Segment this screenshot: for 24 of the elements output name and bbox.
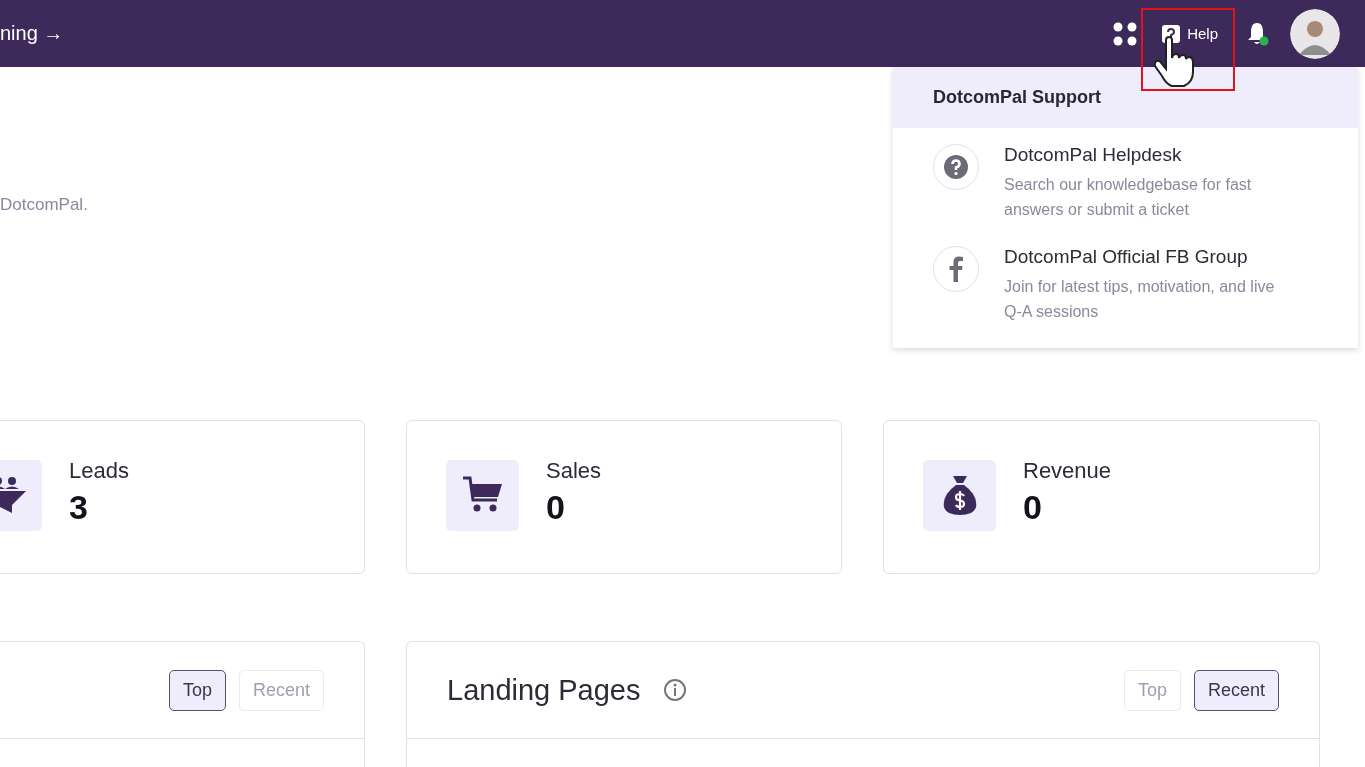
info-icon[interactable] [662,678,687,702]
stat-value: 3 [69,487,89,527]
stat-label: Leads [69,457,129,484]
filter-tab[interactable]: Recent [1193,669,1279,711]
panel-title: Landing Pages [447,673,641,707]
question-mark-icon [943,154,969,180]
support-menu-item[interactable]: DotcomPal Official FB Group Join for latest tips, motivation, and live Q-A sessions [893,230,1358,332]
menu-item-description: Search our knowledgebase for fast answers or submit a ticket [1004,175,1253,220]
training-link[interactable]: ning → [0,22,64,45]
stat-value: 0 [546,487,566,527]
user-avatar[interactable] [1290,8,1340,59]
support-menu-item[interactable]: DotcomPal Helpdesk Search our knowledgebase for fast answers or submit a ticket [893,128,1358,230]
apps-grid-icon[interactable] [1113,21,1138,46]
stat-label: Sales [546,457,602,484]
menu-item-description: Join for latest tips, motivation, and live Q-A sessions [1004,277,1276,322]
stat-label: Revenue [1023,457,1112,484]
filter-tab[interactable]: Top [168,669,226,711]
menu-item-title: DotcomPal Official FB Group [1004,246,1249,268]
stat-value: 0 [1023,487,1043,527]
dropdown-title: DotcomPal Support [933,87,1101,108]
welcome-text: DotcomPal. [0,195,88,216]
menu-item-title: DotcomPal Helpdesk [1004,144,1183,166]
facebook-icon [949,256,963,282]
notification-bell-icon[interactable] [1246,20,1270,47]
